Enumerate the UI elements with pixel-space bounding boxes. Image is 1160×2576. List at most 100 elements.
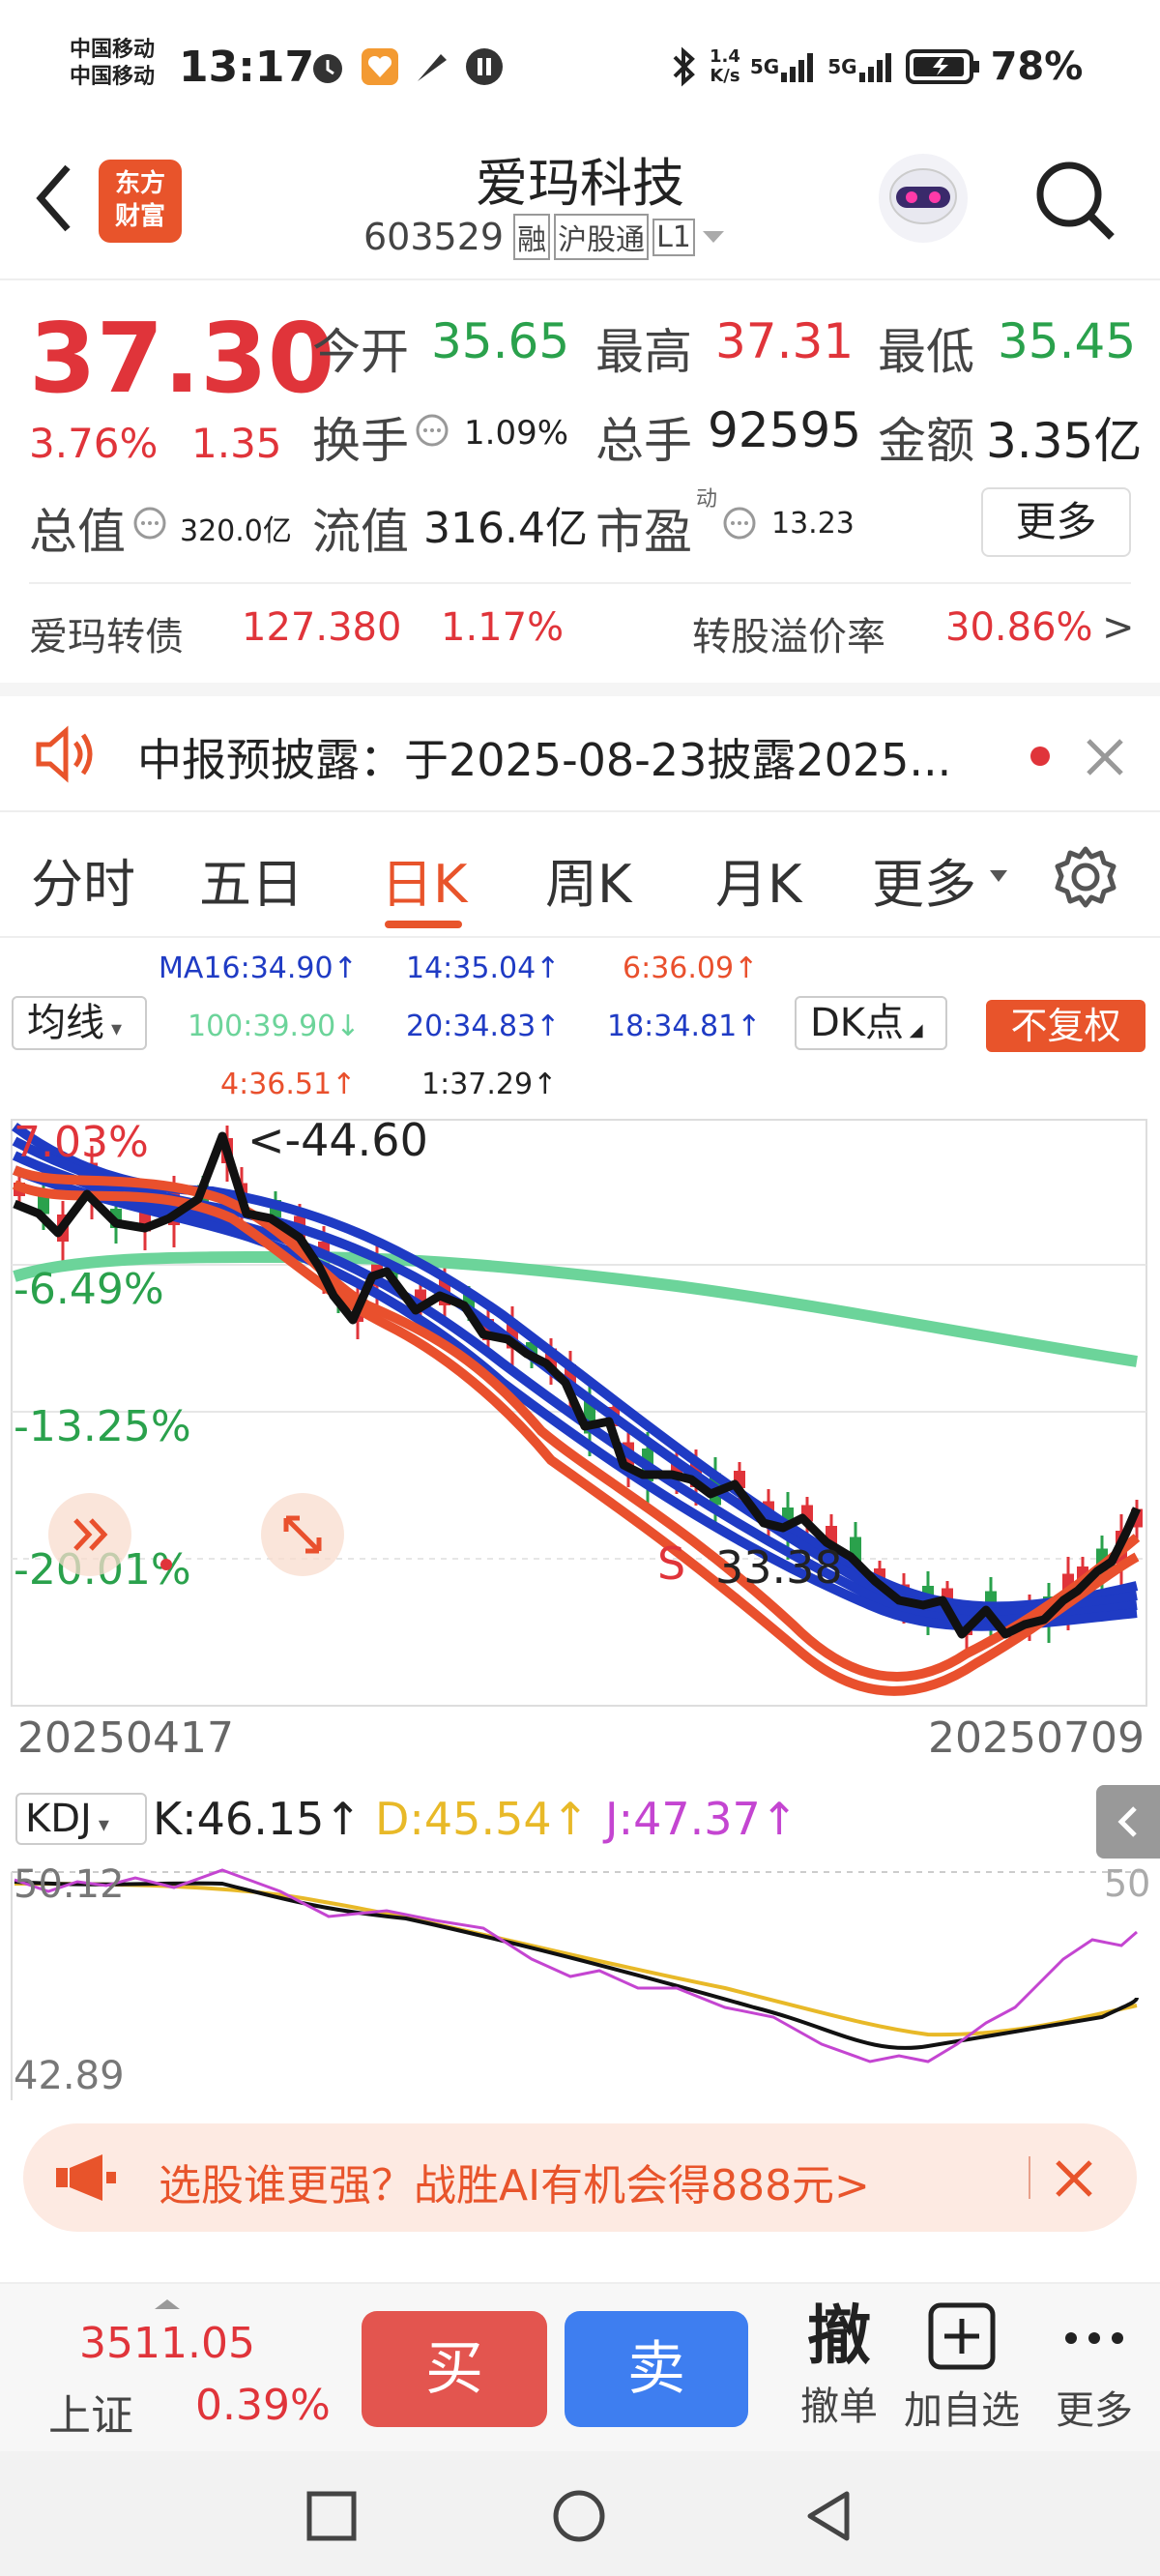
search-icon[interactable] (1032, 158, 1119, 245)
kdj-panel[interactable]: KDJ ▾ K:46.15↑ D:45.54↑ J:47.37↑ 50.12 5… (0, 1785, 1160, 2104)
ma-100-line (13, 1250, 1138, 1367)
gear-icon[interactable] (1054, 845, 1117, 909)
signal-2: 5G (827, 49, 895, 84)
tab-weekly-k[interactable]: 周K (545, 841, 631, 918)
kdj-d-value: D:45.54↑ (375, 1793, 590, 1845)
status-bar: 中国移动 中国移动 13:17 1.4 K/s 5G 5G 78% (0, 0, 1160, 140)
promo-banner[interactable]: 选股谁更强？战胜AI有机会得888元> (23, 2123, 1137, 2232)
kdj-axis-top: 50.12 (14, 1862, 125, 1907)
turnover-value: 1.09% (464, 414, 569, 453)
float-value: 316.4亿 (423, 504, 588, 553)
high-value: 37.31 (715, 313, 855, 369)
sell-button[interactable]: 卖 (565, 2311, 748, 2427)
more-menu-label: 更多 (1056, 2388, 1133, 2433)
change-amount: 1.35 (191, 420, 282, 467)
info-circle-icon[interactable] (721, 505, 758, 542)
pe-label: 市盈 (595, 504, 692, 560)
kdj-k-line (14, 1880, 1139, 2050)
tab-five-day[interactable]: 五日 (199, 841, 304, 918)
battery-percent: 78% (990, 44, 1084, 89)
volume-label: 总手 (595, 413, 692, 469)
kline-chart[interactable]: 7.03% <-44.60 -6.49% -13.25% -20.01% S 3… (0, 1112, 1160, 1731)
indicator-selector[interactable]: KDJ ▾ (15, 1793, 147, 1845)
marker-dot (160, 1559, 172, 1570)
pe-superscript: 动 (696, 487, 718, 512)
buy-button[interactable]: 买 (362, 2311, 547, 2427)
pct-label-2: -6.49% (14, 1265, 164, 1314)
high-label: 最高 (595, 324, 692, 380)
more-quote-button[interactable]: 更多 (981, 487, 1131, 557)
stock-title: 爱玛科技 (476, 153, 684, 214)
divider (1029, 2156, 1030, 2199)
connect-tag: 沪股通 (554, 214, 650, 260)
ma-legend-area: MA16:34.90↑ 14:35.04↑ 6:36.09↑ 均线 ▾ 100:… (0, 938, 1160, 1112)
nav-bar: 东方 财富 爱玛科技 603529 融 沪股通 L1 (0, 140, 1160, 280)
stock-code-row: 603529 融 沪股通 L1 (363, 214, 728, 260)
battery-icon (905, 49, 979, 84)
info-circle-icon[interactable] (414, 412, 450, 449)
chevron-left-icon (1117, 1806, 1137, 1837)
cancel-order-label: 撤单 (800, 2385, 878, 2429)
premium-arrow[interactable]: > (1102, 605, 1135, 650)
index-name[interactable]: 上证 (48, 2381, 133, 2443)
adjustment-button[interactable]: 不复权 (986, 1000, 1146, 1052)
collapse-side-button[interactable] (1096, 1785, 1160, 1859)
ma-legend-14: 14:35.04↑ (406, 951, 561, 985)
ma-legend-18: 18:34.81↑ (607, 1010, 762, 1043)
fast-forward-button[interactable] (48, 1493, 131, 1576)
back-nav-icon[interactable] (802, 2488, 855, 2544)
more-menu-button[interactable]: 更多 (1044, 2298, 1145, 2435)
date-start: 20250417 (17, 1713, 234, 1763)
add-watchlist-button[interactable]: 加自选 (899, 2298, 1025, 2435)
bond-pct: 1.17% (441, 605, 565, 650)
date-end: 20250709 (928, 1713, 1145, 1763)
recent-apps-icon[interactable] (305, 2490, 358, 2542)
stock-code: 603529 (363, 216, 505, 258)
expand-icon (283, 1515, 322, 1554)
notice-bar[interactable]: 中报预披露：于2025-08-23披露2025... (0, 683, 1160, 812)
kdj-axis-bottom: 42.89 (14, 2054, 125, 2098)
status-app-icons (307, 46, 505, 87)
tab-intraday[interactable]: 分时 (31, 841, 135, 918)
close-icon[interactable] (1052, 2156, 1096, 2201)
tab-daily-k[interactable]: 日K (381, 841, 467, 918)
tab-more[interactable]: 更多 (872, 841, 976, 918)
dk-point-selector[interactable]: DK点 ◢ (795, 996, 947, 1050)
period-tabs: 分时 五日 日K 周K 月K 更多 (0, 812, 1160, 938)
sell-signal-marker: S (657, 1537, 686, 1590)
high-marker: <-44.60 (247, 1114, 428, 1166)
close-icon[interactable] (1083, 735, 1127, 779)
divider (29, 582, 1131, 584)
promo-text[interactable]: 选股谁更强？战胜AI有机会得888元> (159, 2151, 870, 2212)
premium-value: 30.86% (945, 605, 1093, 650)
premium-label: 转股溢价率 (692, 615, 885, 659)
ma-selector[interactable]: 均线 ▾ (12, 996, 147, 1050)
turnover-label: 换手 (312, 413, 409, 469)
index-value[interactable]: 3511.05 (79, 2319, 255, 2368)
level-tag: L1 (652, 218, 695, 256)
more-dots-icon (1065, 2332, 1123, 2344)
robot-avatar-icon[interactable] (875, 150, 972, 247)
dropdown-triangle-icon[interactable] (699, 227, 728, 247)
megaphone-icon (56, 2154, 116, 2201)
ma-legend-1: 1:37.29↑ (421, 1068, 558, 1101)
notice-text[interactable]: 中报预披露：于2025-08-23披露2025... (137, 725, 951, 789)
amount-label: 金额 (878, 413, 974, 469)
signal-bars-icon (858, 53, 891, 82)
clock: 13:17 (179, 43, 315, 92)
cancel-order-button[interactable]: 撤 撤单 (793, 2298, 885, 2431)
expand-chart-button[interactable] (261, 1493, 344, 1576)
info-circle-icon[interactable] (131, 505, 168, 542)
home-icon[interactable] (551, 2488, 607, 2544)
kdj-svg[interactable] (0, 1862, 1160, 2104)
open-value: 35.65 (431, 313, 570, 369)
bluetooth-icon (673, 46, 695, 87)
change-pct: 3.76% (29, 420, 159, 467)
up-caret-icon (155, 2299, 180, 2309)
last-price: 37.30 (29, 302, 335, 415)
ma-legend-20: 20:34.83↑ (406, 1010, 561, 1043)
tab-monthly-k[interactable]: 月K (715, 841, 801, 918)
bond-price: 127.380 (242, 605, 402, 650)
signal-1: 5G (750, 49, 818, 84)
bond-name[interactable]: 爱玛转债 (29, 605, 184, 661)
